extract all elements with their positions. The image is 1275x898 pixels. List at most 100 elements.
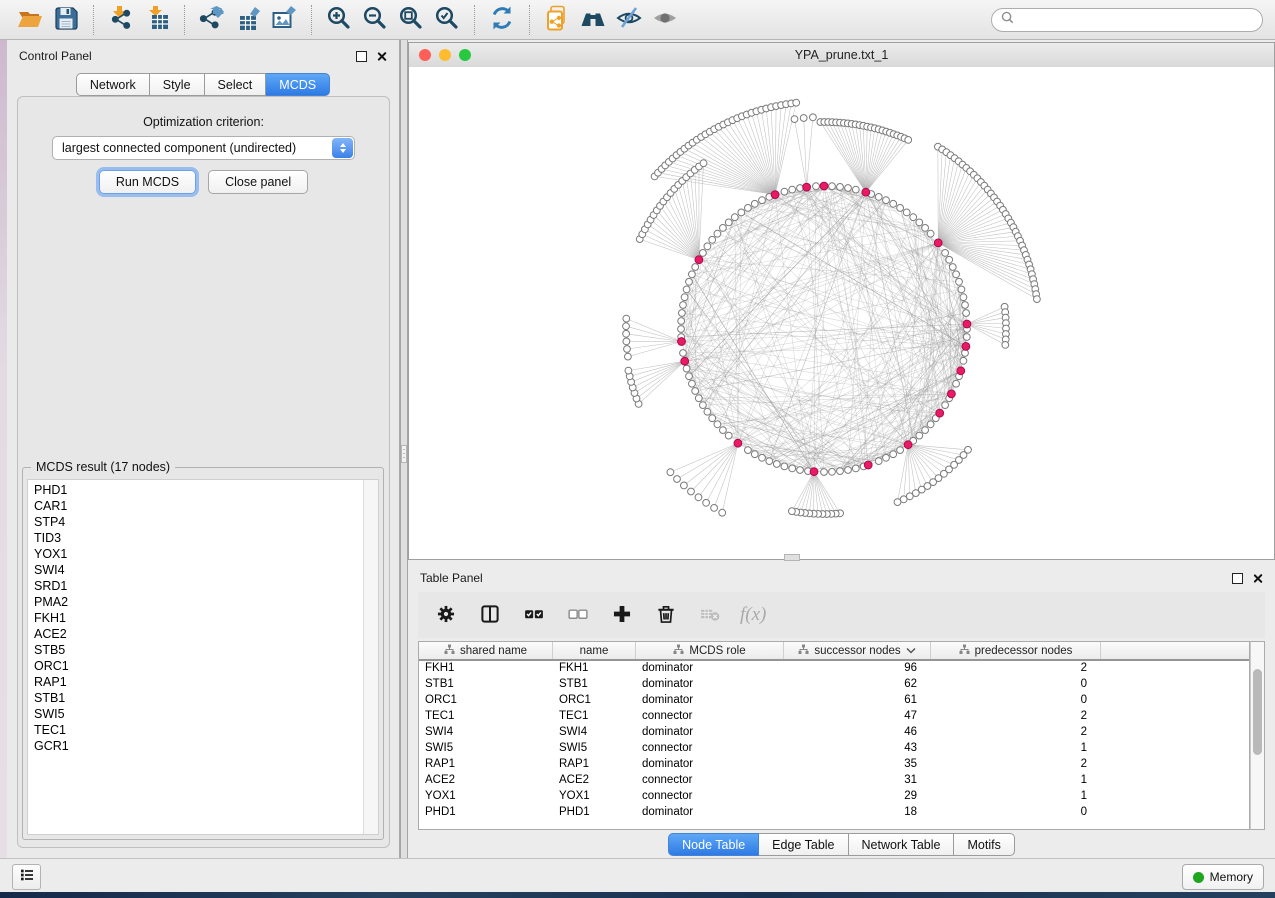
- tree-icon: [959, 644, 970, 658]
- export-network-button[interactable]: [194, 4, 230, 36]
- column-header-name[interactable]: name: [553, 642, 636, 659]
- run-mcds-button[interactable]: Run MCDS: [99, 170, 196, 194]
- memory-button[interactable]: Memory: [1182, 864, 1264, 890]
- column-label: shared name: [460, 645, 527, 657]
- export-image-button[interactable]: [266, 4, 302, 36]
- result-node-item[interactable]: CAR1: [34, 498, 363, 514]
- column-header-MCDS-role[interactable]: MCDS role: [636, 642, 784, 659]
- table-row[interactable]: TEC1TEC1connector472: [419, 709, 1249, 725]
- column-header-shared-name[interactable]: shared name: [419, 642, 553, 659]
- close-window-icon[interactable]: [419, 49, 431, 61]
- cell-shared-name: SWI5: [419, 741, 553, 757]
- select-all-button[interactable]: [520, 601, 548, 629]
- add-row-button[interactable]: [608, 601, 636, 629]
- table-tab-network-table[interactable]: Network Table: [849, 833, 955, 856]
- horizontal-splitter-handle[interactable]: [784, 554, 800, 561]
- table-tab-edge-table[interactable]: Edge Table: [759, 833, 848, 856]
- result-node-item[interactable]: GCR1: [34, 738, 363, 754]
- control-panel-title: Control Panel: [19, 49, 92, 63]
- optimization-criterion-select[interactable]: largest connected component (undirected): [52, 136, 355, 160]
- result-node-item[interactable]: ACE2: [34, 626, 363, 642]
- result-node-item[interactable]: PHD1: [34, 482, 363, 498]
- network-file-button[interactable]: [539, 4, 575, 36]
- result-node-item[interactable]: ORC1: [34, 658, 363, 674]
- tab-network[interactable]: Network: [76, 73, 150, 96]
- table-scrollbar[interactable]: [1250, 641, 1265, 830]
- table-row[interactable]: RAP1RAP1dominator352: [419, 757, 1249, 773]
- maximize-window-icon[interactable]: [459, 49, 471, 61]
- binoculars-button[interactable]: [575, 4, 611, 36]
- result-node-item[interactable]: TEC1: [34, 722, 363, 738]
- zoom-fit-button[interactable]: [393, 4, 429, 36]
- result-node-item[interactable]: STB1: [34, 690, 363, 706]
- cell-name: SWI5: [553, 741, 636, 757]
- search-box[interactable]: [991, 8, 1263, 32]
- close-panel-button[interactable]: Close panel: [208, 170, 308, 194]
- result-node-item[interactable]: RAP1: [34, 674, 363, 690]
- settings-gear-button[interactable]: [432, 601, 460, 629]
- table-row[interactable]: STB1STB1dominator620: [419, 677, 1249, 693]
- refresh-button[interactable]: [484, 4, 520, 36]
- minimize-window-icon[interactable]: [439, 49, 451, 61]
- float-panel-icon[interactable]: [356, 51, 367, 62]
- search-input[interactable]: [1019, 12, 1253, 28]
- tab-style[interactable]: Style: [150, 73, 205, 96]
- table-row[interactable]: SWI5SWI5connector431: [419, 741, 1249, 757]
- result-node-item[interactable]: SWI4: [34, 562, 363, 578]
- table-row[interactable]: SWI4SWI4dominator462: [419, 725, 1249, 741]
- sort-desc-icon: [906, 645, 916, 657]
- import-table-button[interactable]: [139, 4, 175, 36]
- result-node-item[interactable]: SWI5: [34, 706, 363, 722]
- deselect-all-button[interactable]: [564, 601, 592, 629]
- save-button[interactable]: [48, 4, 84, 36]
- table-row[interactable]: ACE2ACE2connector311: [419, 773, 1249, 789]
- table-row[interactable]: PHD1PHD1dominator180: [419, 805, 1249, 821]
- task-history-button[interactable]: [12, 864, 41, 890]
- save-icon: [53, 5, 79, 34]
- close-panel-icon[interactable]: [376, 51, 387, 62]
- network-window-title: YPA_prune.txt_1: [795, 48, 889, 62]
- result-node-item[interactable]: STB5: [34, 642, 363, 658]
- column-panel-button[interactable]: [476, 601, 504, 629]
- cell-MCDS-role: connector: [636, 741, 784, 757]
- zoom-out-button[interactable]: [357, 4, 393, 36]
- table-tab-node-table[interactable]: Node Table: [668, 833, 759, 856]
- tab-select[interactable]: Select: [205, 73, 267, 96]
- desktop-wallpaper-strip: [0, 40, 7, 858]
- network-canvas[interactable]: [409, 67, 1274, 559]
- result-node-item[interactable]: YOX1: [34, 546, 363, 562]
- table-row[interactable]: ORC1ORC1dominator610: [419, 693, 1249, 709]
- delete-row-icon: [655, 603, 677, 628]
- cell-shared-name: TEC1: [419, 709, 553, 725]
- export-table-button[interactable]: [230, 4, 266, 36]
- close-table-panel-icon[interactable]: [1252, 573, 1263, 584]
- cell-predecessor-nodes: 0: [931, 693, 1101, 709]
- result-node-item[interactable]: FKH1: [34, 610, 363, 626]
- float-table-panel-icon[interactable]: [1232, 573, 1243, 584]
- table-tab-motifs[interactable]: Motifs: [954, 833, 1014, 856]
- table-row[interactable]: FKH1FKH1dominator962: [419, 661, 1249, 677]
- tab-mcds[interactable]: MCDS: [266, 73, 330, 96]
- cell-name: YOX1: [553, 789, 636, 805]
- memory-status-icon: [1193, 872, 1204, 883]
- result-node-item[interactable]: TID3: [34, 530, 363, 546]
- splitter-handle-icon[interactable]: [401, 445, 407, 463]
- hide-details-button[interactable]: [611, 4, 647, 36]
- open-file-button[interactable]: [12, 4, 48, 36]
- import-network-button[interactable]: [103, 4, 139, 36]
- table-row[interactable]: YOX1YOX1connector291: [419, 789, 1249, 805]
- refresh-icon: [489, 5, 515, 34]
- delete-row-button[interactable]: [652, 601, 680, 629]
- result-node-item[interactable]: PMA2: [34, 594, 363, 610]
- result-node-item[interactable]: SRD1: [34, 578, 363, 594]
- result-list-scrollbar[interactable]: [363, 480, 378, 834]
- column-header-successor-nodes[interactable]: successor nodes: [784, 642, 931, 659]
- column-header-predecessor-nodes[interactable]: predecessor nodes: [931, 642, 1101, 659]
- zoom-selected-button[interactable]: [429, 4, 465, 36]
- zoom-in-button[interactable]: [321, 4, 357, 36]
- panel-splitter[interactable]: [400, 40, 408, 858]
- show-details-button[interactable]: [647, 4, 683, 36]
- network-window-titlebar[interactable]: YPA_prune.txt_1: [409, 43, 1274, 68]
- result-node-item[interactable]: STP4: [34, 514, 363, 530]
- table-scrollbar-thumb[interactable]: [1253, 669, 1262, 755]
